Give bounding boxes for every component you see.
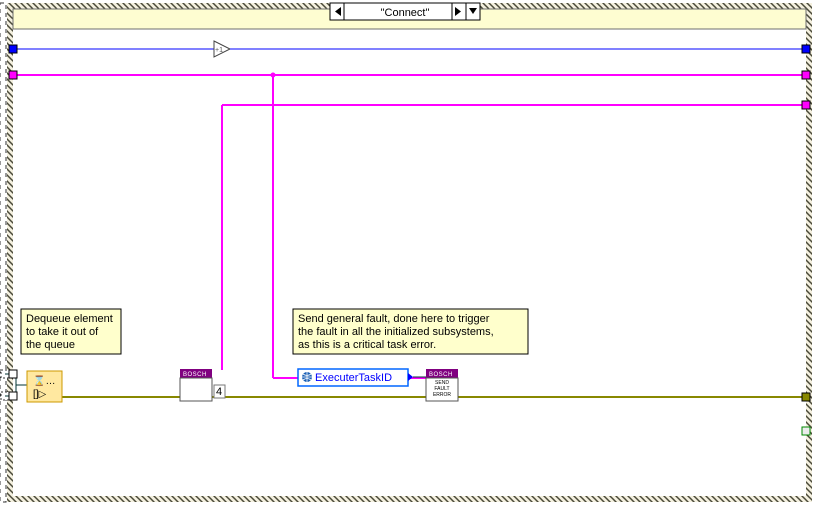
queue-glyph-icon: []▷: [33, 389, 47, 400]
tunnel-dark-left-1: [9, 370, 17, 378]
comment-dequeue-line3: the queue: [26, 339, 75, 351]
hourglass-icon: ⌛…: [33, 374, 55, 387]
junction-magenta: [271, 73, 276, 78]
labview-block-diagram: "Connect" +1 Dequeue element to take it …: [0, 0, 818, 505]
tunnel-olive-right: [802, 393, 810, 401]
tunnel-dark-left-2: [9, 392, 17, 400]
tunnel-blue-left: [9, 45, 17, 53]
svg-text:+1: +1: [215, 47, 223, 54]
tunnel-blue-right: [802, 45, 810, 53]
numeric-constant-4-value: 4: [216, 386, 222, 398]
comment-dequeue-line2: to take it out of: [26, 326, 99, 338]
bosch2-line3: ERROR: [433, 392, 451, 398]
tunnel-magenta-right-2: [802, 101, 810, 109]
case-selector[interactable]: "Connect": [330, 3, 480, 20]
comment-dequeue-line1: Dequeue element: [26, 313, 113, 325]
tunnel-magenta-left-1: [9, 71, 17, 79]
comment-dequeue: Dequeue element to take it out of the qu…: [21, 309, 121, 354]
outer-structure-left-edge: [0, 3, 6, 502]
bosch-header-text-1: BOSCH: [183, 372, 207, 378]
comment-fault-line2: the fault in all the initialized subsyst…: [298, 326, 494, 338]
bosch-subvi-1[interactable]: BOSCH: [180, 369, 212, 401]
comment-fault-line1: Send general fault, done here to trigger: [298, 313, 490, 325]
comment-fault-line3: as this is a critical task error.: [298, 339, 436, 351]
comment-fault: Send general fault, done here to trigger…: [293, 309, 528, 354]
numeric-constant-4[interactable]: 4: [214, 385, 225, 398]
executer-task-id-control[interactable]: ExecuterTaskID: [298, 369, 413, 386]
case-selector-label: "Connect": [381, 7, 430, 19]
bosch-subvi-send-fault-error[interactable]: BOSCH SEND FAULT ERROR: [426, 369, 458, 401]
executer-task-id-label: ExecuterTaskID: [315, 372, 392, 384]
case-structure-interior: [13, 29, 806, 496]
dequeue-element-node[interactable]: ⌛… []▷: [27, 371, 62, 402]
tunnel-magenta-right-1: [802, 71, 810, 79]
bosch-header-text-2: BOSCH: [429, 372, 453, 378]
tunnel-spare-right: [802, 427, 810, 435]
